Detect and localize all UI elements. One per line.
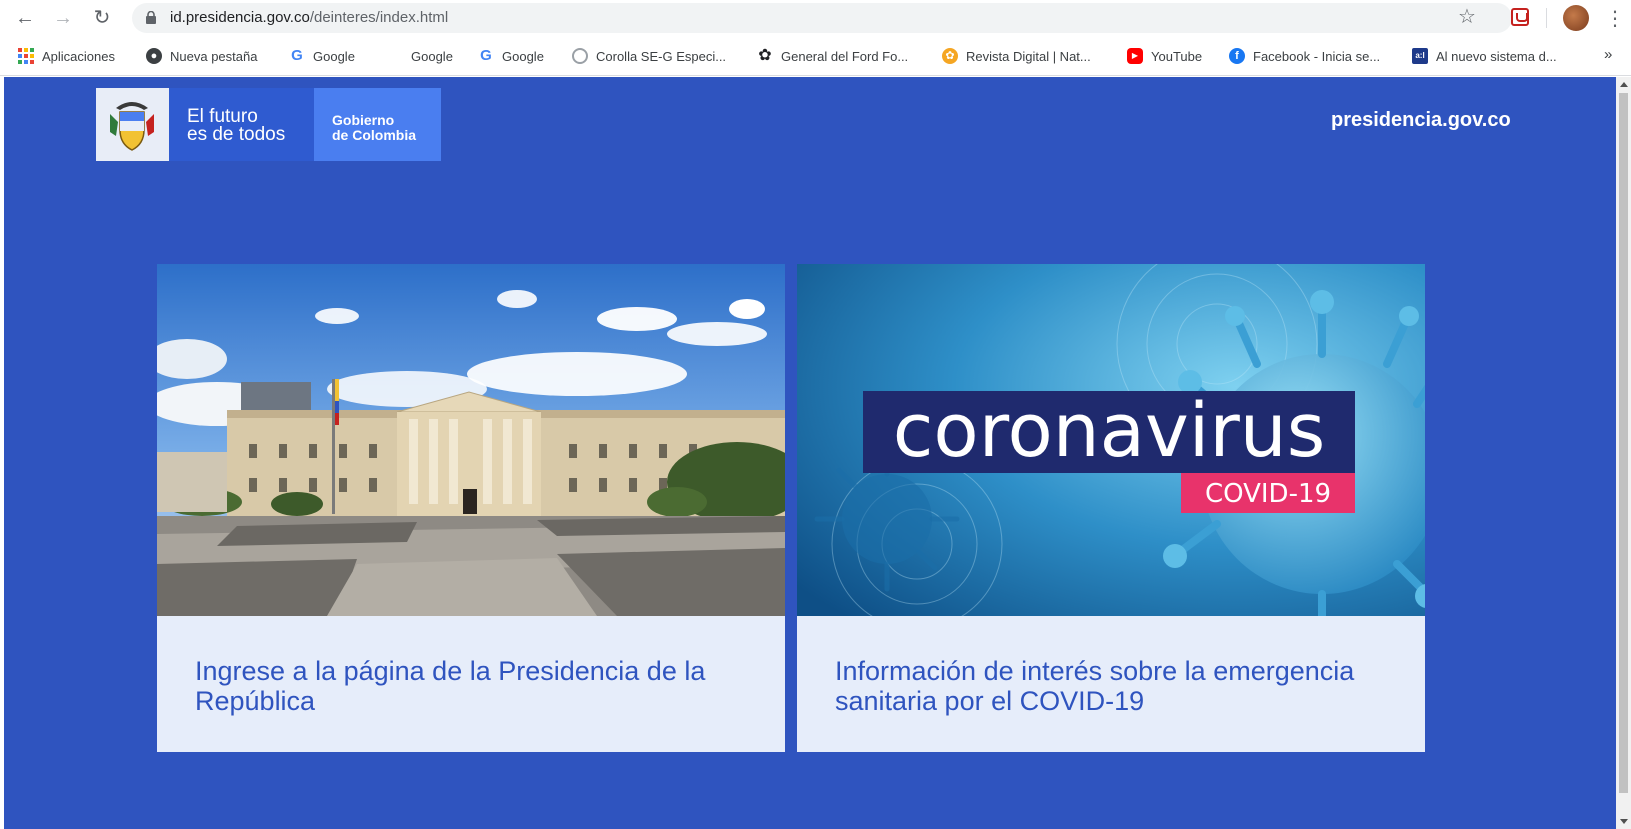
- card-covid[interactable]: coronavirus COVID-19 Información de inte…: [797, 264, 1425, 752]
- browser-toolbar: ← → ↻ id.presidencia.gov.co/deinteres/in…: [0, 0, 1631, 36]
- bookmark-google-1[interactable]: G Google: [289, 46, 355, 66]
- bookmark-star-icon[interactable]: ☆: [1458, 4, 1476, 29]
- ford-icon: ✿: [758, 47, 772, 64]
- bookmark-label: General del Ford Fo...: [781, 48, 909, 64]
- coronavirus-title: coronavirus: [893, 388, 1326, 474]
- bookmark-new-tab[interactable]: ● Nueva pestaña: [146, 46, 257, 66]
- bookmark-label: YouTube: [1151, 48, 1203, 64]
- page-body: El futuro es de todos Gobierno de Colomb…: [4, 77, 1616, 829]
- aa-icon: a:l: [1412, 48, 1428, 64]
- menu-kebab-icon[interactable]: ⋮: [1605, 6, 1625, 31]
- bookmark-label: Nueva pestaña: [170, 48, 258, 64]
- scroll-down-icon[interactable]: [1620, 819, 1628, 824]
- toyota-icon: [572, 48, 588, 64]
- bookmark-label: Facebook - Inicia se...: [1253, 48, 1381, 64]
- chrome-icon: ●: [146, 48, 162, 64]
- bookmark-nuevo-sistema[interactable]: a:l Al nuevo sistema d...: [1412, 46, 1557, 66]
- scroll-up-icon[interactable]: [1620, 82, 1628, 87]
- google-icon: G: [480, 47, 492, 64]
- bookmark-label: Al nuevo sistema d...: [1436, 48, 1557, 64]
- bookmark-ford[interactable]: ✿ General del Ford Fo...: [757, 46, 908, 66]
- presidencia-link[interactable]: presidencia.gov.co: [1331, 109, 1511, 132]
- bookmark-google-2[interactable]: Google: [411, 46, 453, 66]
- toolbar-divider: [1546, 8, 1547, 28]
- bookmark-revista[interactable]: ✿ Revista Digital | Nat...: [942, 46, 1091, 66]
- back-arrow-icon[interactable]: ←: [13, 6, 37, 30]
- coat-of-arms-icon: [96, 88, 169, 161]
- google-icon: G: [291, 47, 303, 64]
- logo-line-2: es de todos: [187, 124, 286, 145]
- covid-badge: COVID-19: [1205, 479, 1331, 509]
- coronavirus-image: coronavirus COVID-19: [797, 264, 1425, 616]
- gov-logo[interactable]: El futuro es de todos Gobierno de Colomb…: [96, 88, 441, 161]
- reload-icon[interactable]: ↻: [90, 6, 114, 30]
- bookmark-label: Google: [313, 48, 355, 64]
- bookmark-label: Google: [411, 48, 453, 64]
- bookmark-facebook[interactable]: f Facebook - Inicia se...: [1229, 46, 1380, 66]
- gov-line-2: de Colombia: [332, 127, 417, 143]
- card-presidencia-text: Ingrese a la página de la Presidencia de…: [195, 656, 706, 716]
- url-path: /deinteres/index.html: [309, 9, 449, 26]
- bookmarks-bar: Aplicaciones ● Nueva pestaña G Google Go…: [0, 36, 1631, 76]
- facebook-icon: f: [1229, 48, 1245, 64]
- bookmark-label: Corolla SE-G Especi...: [596, 48, 727, 64]
- vertical-scrollbar[interactable]: [1616, 77, 1631, 829]
- bookmark-corolla[interactable]: Corolla SE-G Especi...: [572, 46, 726, 66]
- gov-badge: Gobierno de Colombia: [314, 88, 441, 161]
- nat-icon: ✿: [942, 48, 958, 64]
- youtube-icon: ▶: [1127, 48, 1143, 64]
- apps-grid-icon: [18, 48, 34, 64]
- url-text: id.presidencia.gov.co/deinteres/index.ht…: [170, 9, 448, 26]
- casa-narino-image: [157, 264, 785, 616]
- bookmark-google-3[interactable]: G Google: [478, 46, 544, 66]
- logo-tagline: El futuro es de todos: [169, 88, 314, 161]
- url-host: id.presidencia.gov.co: [170, 9, 310, 26]
- card-covid-text: Información de interés sobre la emergenc…: [835, 656, 1355, 716]
- bookmark-youtube[interactable]: ▶ YouTube: [1127, 46, 1202, 66]
- bookmark-label: Google: [502, 48, 544, 64]
- extension-pocket-icon[interactable]: [1511, 8, 1529, 26]
- address-bar[interactable]: id.presidencia.gov.co/deinteres/index.ht…: [132, 3, 1512, 33]
- scroll-thumb[interactable]: [1619, 93, 1628, 793]
- card-presidencia[interactable]: Ingrese a la página de la Presidencia de…: [157, 264, 785, 752]
- forward-arrow-icon[interactable]: →: [51, 6, 75, 30]
- profile-avatar[interactable]: [1563, 5, 1589, 31]
- bookmark-apps[interactable]: Aplicaciones: [18, 46, 115, 66]
- gov-line-1: Gobierno: [332, 112, 395, 128]
- bookmark-label: Revista Digital | Nat...: [966, 48, 1091, 64]
- bookmark-label: Aplicaciones: [42, 48, 115, 64]
- bookmarks-overflow-icon[interactable]: »: [1604, 46, 1612, 63]
- lock-icon: [146, 11, 156, 24]
